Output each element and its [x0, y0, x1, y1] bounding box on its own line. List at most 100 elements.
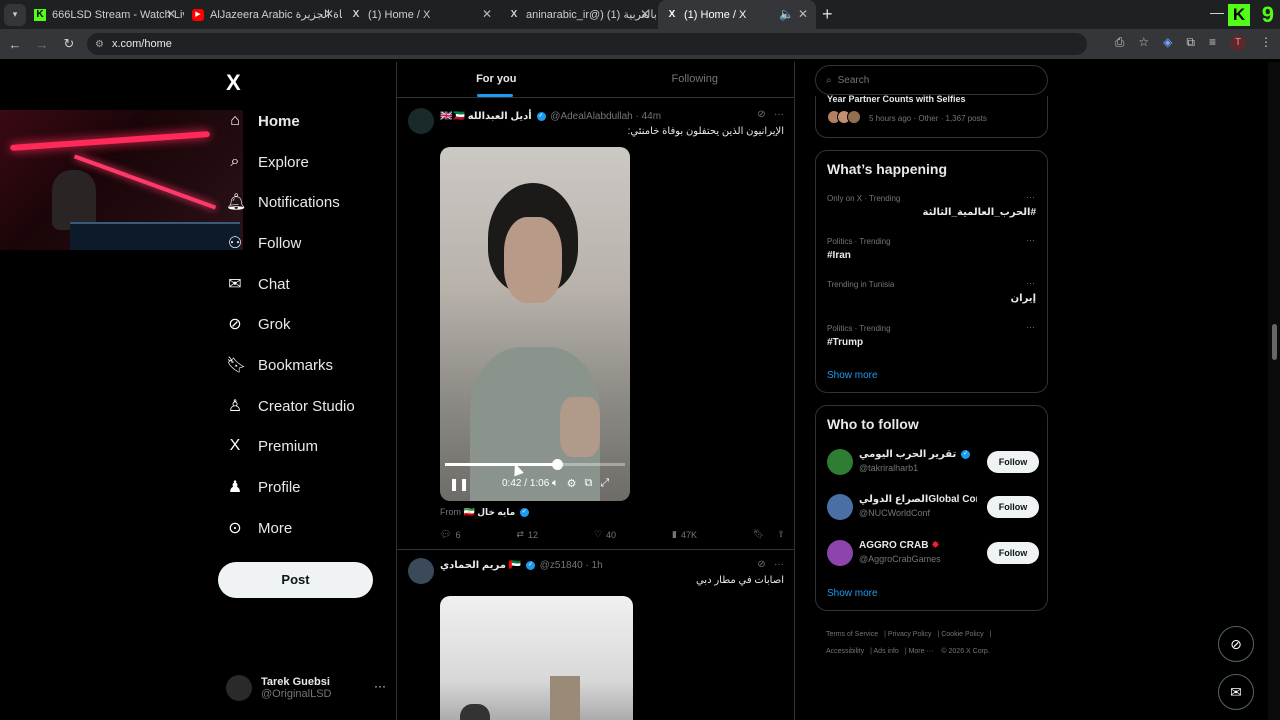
extension-icon[interactable]: ◈ [1163, 35, 1172, 51]
account-switcher[interactable]: Tarek Guebsi @OriginalLSD ··· [226, 672, 386, 704]
tweet-author-name[interactable]: أديل العبدالله [468, 111, 532, 122]
footer-link[interactable]: Privacy Policy [888, 631, 932, 638]
forward-icon[interactable]: → [30, 37, 54, 52]
nav-profile[interactable]: ♟ Profile [226, 473, 301, 501]
video-scrub-handle[interactable] [551, 459, 563, 470]
footer-link[interactable]: Cookie Policy [941, 631, 983, 638]
install-icon[interactable]: ⎙ [1115, 35, 1125, 51]
profile-avatar[interactable]: T [1230, 35, 1246, 51]
search-input[interactable]: ⌕ Search [815, 65, 1048, 95]
nav-follow[interactable]: ⚇ Follow [226, 229, 302, 257]
avatar[interactable] [408, 558, 434, 584]
nav-chat[interactable]: ✉ Chat [226, 270, 289, 298]
trend-card[interactable]: Year Partner Counts with Selfies 5 hours… [815, 94, 1048, 138]
views-button[interactable]: ▮ 47K [672, 529, 697, 540]
close-icon[interactable]: ✕ [324, 7, 334, 21]
suggested-account[interactable]: AGGRO CRAB ✸ @AggroCrabGames Follow [827, 538, 1039, 568]
avatar[interactable] [827, 494, 853, 520]
page-scrollbar[interactable] [1268, 62, 1280, 720]
site-info-icon[interactable]: ⚙ [95, 39, 104, 50]
close-icon[interactable]: ✕ [482, 7, 492, 21]
more-dots-icon[interactable]: ··· [774, 559, 784, 570]
new-tab-icon[interactable]: + [822, 4, 833, 25]
nav-grok[interactable]: ⊘ Grok [226, 310, 290, 338]
grok-float-button[interactable]: ⊘ [1218, 626, 1254, 662]
back-icon[interactable]: ← [3, 37, 27, 52]
volume-icon[interactable]: 🔈︎ [552, 477, 559, 490]
share-icon[interactable]: ⇪ [777, 529, 785, 540]
follow-button[interactable]: Follow [987, 451, 1039, 473]
grok-icon[interactable]: ⊘ [757, 559, 765, 570]
follow-button[interactable]: Follow [987, 542, 1039, 564]
browser-tab-kick[interactable]: K 666LSD Stream - Watch Live on ✕ [26, 0, 184, 29]
browser-tab-x-home[interactable]: X (1) Home / X ✕ [342, 0, 500, 29]
suggested-account[interactable]: الصراع الدوليGlobal Con... @NUCWorldConf… [827, 492, 1039, 522]
nav-bookmarks[interactable]: 🔖︎ Bookmarks [226, 351, 333, 379]
nav-notifications[interactable]: 🔔︎ Notifications [226, 188, 340, 216]
trend-item[interactable]: إيران [1011, 293, 1036, 304]
follow-button[interactable]: Follow [987, 496, 1039, 518]
tweet-time[interactable]: 1h [592, 560, 603, 571]
trend-item[interactable]: #Iran [827, 250, 851, 261]
browser-tab-youtube[interactable]: ▶ AlJazeera Arabic قناة الجزيرة - Y ✕ [184, 0, 342, 29]
tweet-handle[interactable]: @z51840 [540, 560, 583, 571]
show-more-link[interactable]: Show more [827, 588, 878, 599]
messages-float-button[interactable]: ✉ [1218, 674, 1254, 710]
show-more-link[interactable]: Show more [827, 370, 878, 381]
close-icon[interactable]: ✕ [640, 7, 650, 21]
trend-item[interactable]: #Trump [827, 337, 863, 348]
nav-home[interactable]: ⌂ Home [226, 107, 300, 135]
star-icon[interactable]: ☆ [1138, 35, 1149, 51]
footer-link[interactable]: More ··· [909, 648, 934, 655]
pip-icon[interactable]: ⧉ [584, 477, 592, 490]
browser-tab-x-iran[interactable]: X aninarabic_ir@) إيران بالعربية (1) ✕ [500, 0, 658, 29]
url-bar[interactable]: ⚙ x.com/home [87, 33, 1087, 55]
x-logo-icon[interactable]: X [226, 70, 241, 96]
more-dots-icon[interactable]: ··· [774, 109, 784, 120]
tweet-handle[interactable]: @AdealAlabdullah [550, 111, 632, 122]
puzzle-icon[interactable]: ⧉ [1186, 35, 1195, 51]
reload-icon[interactable]: ↻ [57, 36, 81, 52]
suggested-account[interactable]: تقرير الحرب اليومي ✓ @takriralharb1 Foll… [827, 447, 1039, 477]
tab-following[interactable]: Following [596, 62, 795, 97]
avatar[interactable] [827, 540, 853, 566]
pause-icon[interactable]: ❚❚ [449, 477, 469, 491]
close-icon[interactable]: 🔈 [779, 7, 794, 21]
minimize-icon[interactable]: — [1210, 4, 1224, 20]
post-button[interactable]: Post [218, 562, 373, 598]
tab-search-menu-icon[interactable]: ▾ [4, 3, 26, 26]
more-dots-icon[interactable]: ··· [1026, 322, 1035, 332]
video-player[interactable]: ❚❚ 0:42 / 1:06 🔈︎ ⚙ ⧉ ⤢ [440, 147, 630, 501]
close-icon[interactable]: ✕ [798, 7, 808, 21]
kebab-menu-icon[interactable]: ⋮ [1260, 35, 1272, 51]
footer-link[interactable]: Terms of Service [826, 631, 878, 638]
nav-explore[interactable]: ⌕ Explore [226, 148, 309, 176]
tab-for-you[interactable]: For you [397, 62, 596, 97]
nav-premium[interactable]: X Premium [226, 432, 318, 460]
bookmark-icon[interactable]: 🔖︎ [753, 529, 764, 540]
tweet-author-name[interactable]: مريم الحمادي [440, 560, 506, 571]
from-source[interactable]: مايه خال [477, 507, 515, 517]
more-dots-icon[interactable]: ··· [1026, 235, 1035, 245]
footer-link[interactable]: Accessibility [826, 648, 864, 655]
grok-icon[interactable]: ⊘ [757, 109, 765, 120]
repost-button[interactable]: ⇄ 12 [516, 529, 538, 540]
trend-item[interactable]: #الحرب_العالمية_الثالثة [923, 207, 1036, 218]
reply-button[interactable]: 💬︎ 6 [440, 529, 460, 540]
footer-link[interactable]: Ads info [874, 648, 899, 655]
scroll-thumb[interactable] [1272, 324, 1277, 360]
tweet-time[interactable]: 44m [642, 111, 661, 122]
video-player[interactable] [440, 596, 633, 720]
avatar[interactable] [827, 449, 853, 475]
more-dots-icon[interactable]: ··· [374, 679, 386, 693]
close-icon[interactable]: ✕ [166, 7, 176, 21]
nav-creator-studio[interactable]: ♙ Creator Studio [226, 392, 355, 420]
more-dots-icon[interactable]: ··· [1026, 192, 1035, 202]
video-scrubber[interactable] [445, 459, 625, 470]
more-dots-icon[interactable]: ··· [1026, 278, 1035, 288]
nav-more[interactable]: ⊙ More [226, 514, 292, 542]
browser-tab-x-home-active[interactable]: X (1) Home / X 🔈 ✕ [658, 0, 816, 29]
media-icon[interactable]: ≡ [1209, 35, 1216, 51]
settings-icon[interactable]: ⚙ [567, 477, 577, 490]
avatar[interactable] [408, 108, 434, 134]
